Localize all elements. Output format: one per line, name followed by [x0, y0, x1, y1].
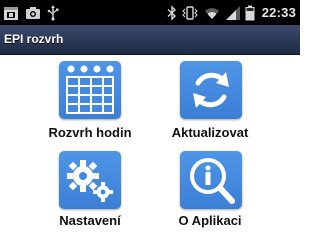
app-title: EPI rozvrh [4, 32, 64, 46]
tile-label: O Aplikaci [178, 213, 242, 228]
bluetooth-icon [167, 4, 177, 21]
usb-icon [47, 4, 59, 21]
signal-icon [225, 5, 241, 21]
tile-o-aplikaci[interactable]: O Aplikaci [150, 145, 270, 235]
wifi-icon [203, 5, 221, 21]
vibrate-icon [181, 5, 199, 21]
tile-label: Nastavení [59, 213, 121, 228]
battery-icon [245, 5, 255, 21]
tile-nastaveni[interactable]: Nastavení [30, 145, 150, 235]
camera-icon [25, 5, 41, 21]
app-title-bar: EPI rozvrh [0, 25, 300, 55]
schedule-grid-icon[interactable] [59, 61, 121, 119]
calendar-icon [3, 5, 19, 21]
gears-icon[interactable] [59, 151, 121, 209]
clock-text: 22:33 [261, 5, 296, 20]
refresh-icon[interactable] [180, 61, 242, 119]
tile-label: Rozvrh hodin [48, 125, 132, 140]
status-bar-indicators: 22:33 [167, 3, 296, 22]
status-bar-notifications [3, 3, 59, 22]
tile-aktualizovat[interactable]: Aktualizovat [150, 55, 270, 145]
tile-label: Aktualizovat [171, 125, 249, 140]
status-bar: 22:33 [0, 0, 300, 25]
tile-rozvrh-hodin[interactable]: Rozvrh hodin [30, 55, 150, 145]
info-magnifier-icon[interactable] [180, 151, 242, 209]
